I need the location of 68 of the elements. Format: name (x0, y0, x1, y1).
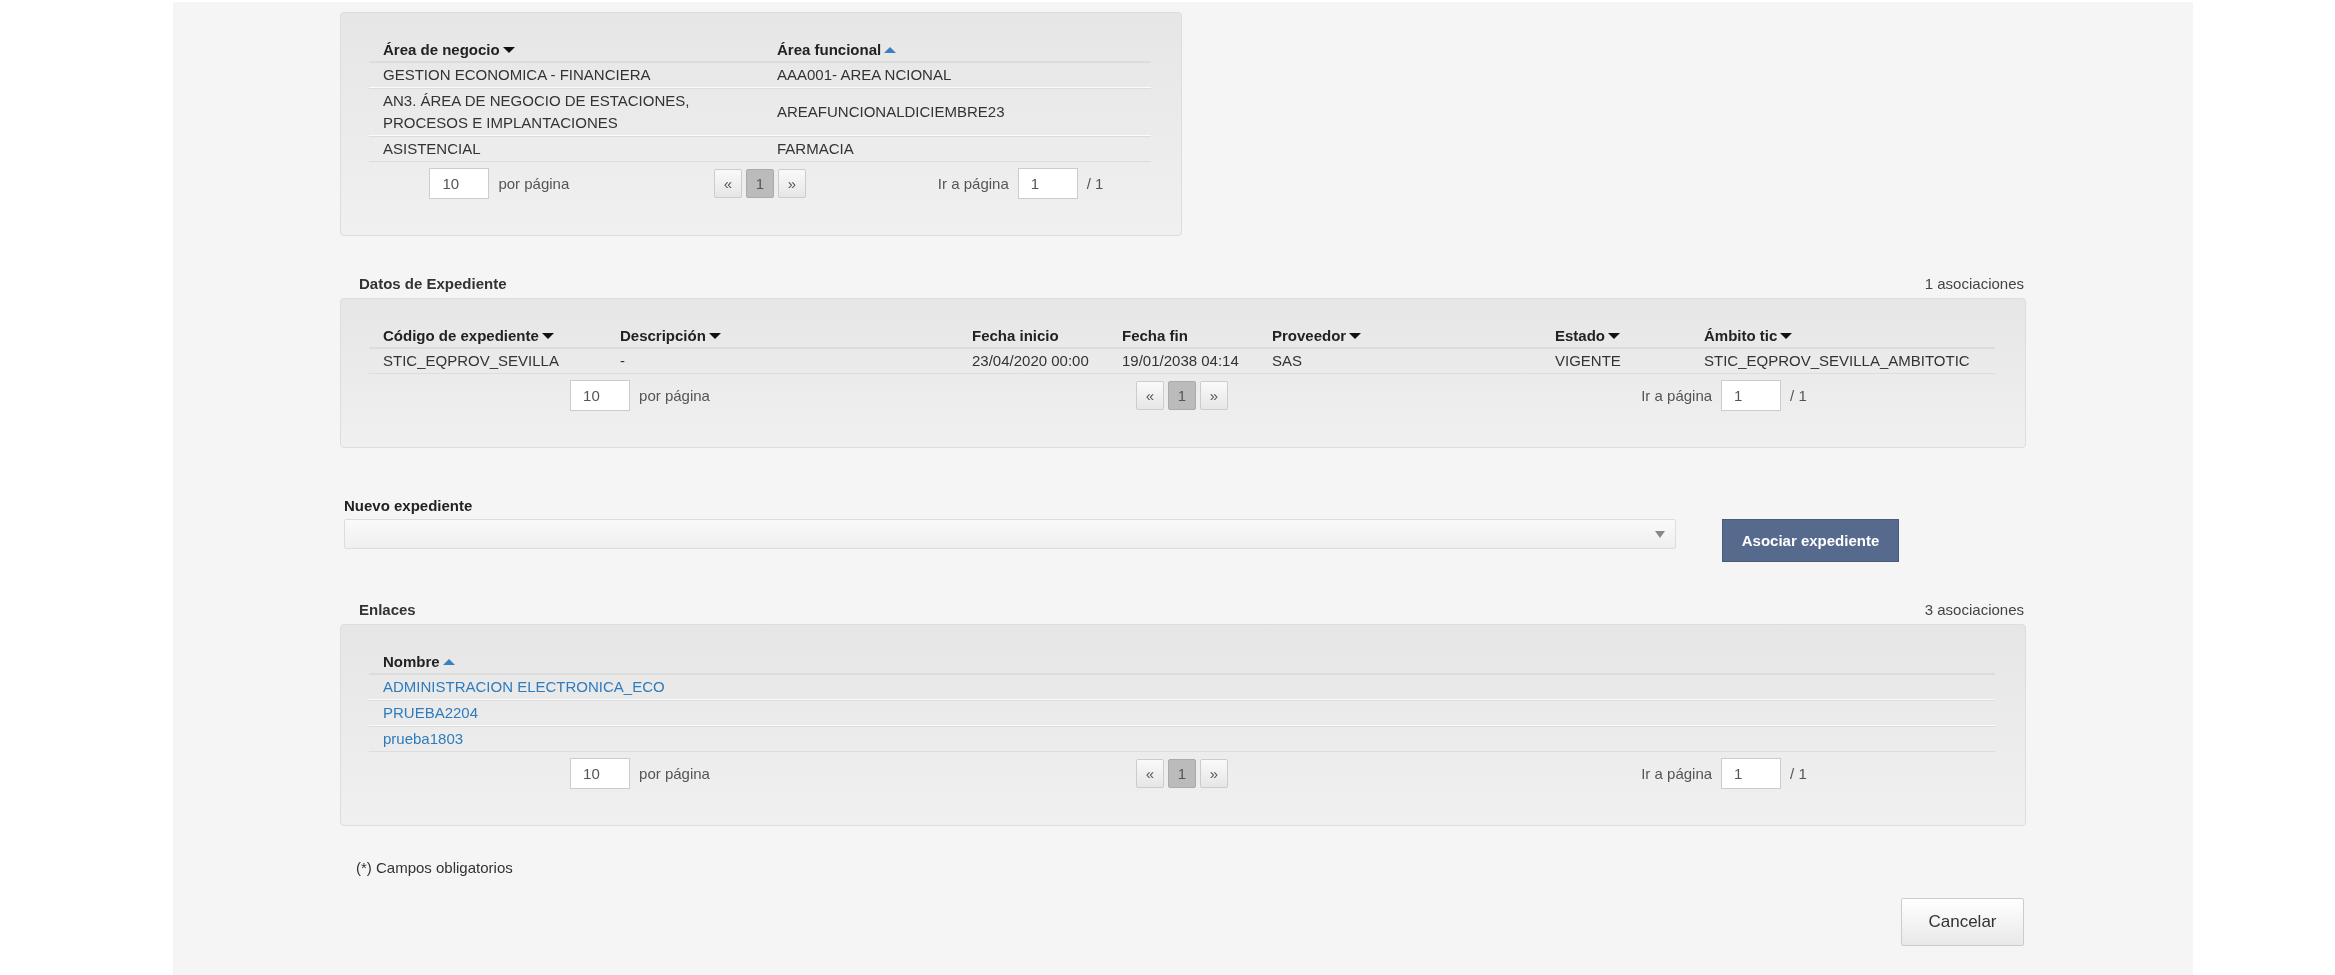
association-count: 1 asociaciones (1924, 275, 2024, 292)
sort-descending-icon[interactable] (502, 47, 515, 53)
go-to-page-label: Ir a página (937, 175, 1009, 192)
table-cell-text: AREAFUNCIONALDICIEMBRE23 (777, 102, 1006, 122)
total-pages-label: / 1 (1790, 765, 1807, 782)
column-header[interactable]: Estado (1555, 325, 1605, 347)
required-fields-note: (*) Campos obligatorios (355, 859, 514, 877)
cancel-button[interactable]: Cancelar (1901, 898, 2024, 946)
page-button[interactable]: 1 (746, 169, 774, 198)
column-header[interactable]: Área de negocio (383, 39, 500, 61)
table-cell-text: STIC_EQPROV_SEVILLA (383, 351, 560, 371)
page-button[interactable]: 1 (1168, 381, 1196, 410)
table-cell-text: 19/01/2038 04:14 (1122, 351, 1240, 371)
field-label: Nuevo expediente (344, 497, 474, 515)
next-page-button[interactable]: » (778, 169, 806, 198)
link[interactable]: prueba1803 (383, 730, 464, 747)
column-header[interactable]: Ámbito tic (1704, 325, 1778, 347)
table-cell-text: AAA001- AREA NCIONAL (777, 65, 953, 85)
column-header[interactable]: Área funcional (777, 39, 882, 61)
table-cell-text: FARMACIA (777, 139, 855, 159)
table-cell-text: - (620, 351, 626, 371)
page-number-input[interactable]: 1 (1721, 380, 1782, 411)
sort-ascending-icon[interactable] (884, 47, 897, 53)
table-cell-text: ASISTENCIAL (383, 139, 482, 159)
sort-ascending-icon[interactable] (442, 659, 455, 665)
sort-descending-icon[interactable] (1608, 333, 1620, 339)
total-pages-label: / 1 (1790, 387, 1807, 404)
column-header[interactable]: Fecha fin (1122, 325, 1188, 347)
column-header[interactable]: Nombre (383, 651, 440, 673)
per-page-input[interactable]: 10 (429, 168, 490, 199)
next-page-button[interactable]: » (1200, 759, 1228, 788)
go-to-page-label: Ir a página (1641, 765, 1713, 782)
column-header[interactable]: Fecha inicio (972, 325, 1059, 347)
table-cell-text: 23/04/2020 00:00 (972, 351, 1090, 371)
associate-button[interactable]: Asociar expediente (1722, 519, 1899, 562)
column-header[interactable]: Proveedor (1272, 325, 1347, 347)
link[interactable]: PRUEBA2204 (383, 704, 479, 721)
sort-descending-icon[interactable] (708, 333, 721, 339)
table-cell-text: SAS (1272, 351, 1303, 371)
page-button[interactable]: 1 (1168, 759, 1196, 788)
previous-page-button[interactable]: « (1136, 381, 1164, 410)
go-to-page-label: Ir a página (1641, 387, 1713, 404)
per-page-input[interactable]: 10 (570, 758, 631, 789)
caret-icon (1655, 530, 1665, 538)
page-number-input[interactable]: 1 (1721, 758, 1782, 789)
per-page-label: por página (639, 387, 710, 404)
per-page-input[interactable]: 10 (570, 380, 631, 411)
column-header[interactable]: Descripción (620, 325, 706, 347)
link[interactable]: ADMINISTRACION ELECTRONICA_ECO (383, 678, 665, 695)
next-page-button[interactable]: » (1200, 381, 1228, 410)
total-pages-label: / 1 (1086, 175, 1104, 192)
table-cell-text: VIGENTE (1555, 351, 1622, 371)
sort-descending-icon[interactable] (1349, 333, 1362, 339)
table-cell-text: AN3. ÁREA DE NEGOCIO DE ESTACIONES, PROCESOS E IMPLANTACIONES (383, 91, 691, 133)
per-page-label: por página (498, 175, 570, 192)
association-count: 3 asociaciones (1924, 601, 2024, 618)
table-cell-text: STIC_EQPROV_SEVILLA_AMBITOTIC (1704, 351, 1971, 371)
previous-page-button[interactable]: « (714, 169, 742, 198)
previous-page-button[interactable]: « (1136, 759, 1164, 788)
column-header[interactable]: Código de expediente (383, 325, 539, 347)
sort-descending-icon[interactable] (541, 333, 554, 339)
dropdown-field[interactable] (344, 519, 1676, 549)
section-title: Enlaces (359, 601, 416, 618)
sort-descending-icon[interactable] (1780, 333, 1793, 339)
section-title: Datos de Expediente (359, 275, 507, 292)
per-page-label: por página (639, 765, 710, 782)
table-cell-text: GESTION ECONOMICA - FINANCIERA (383, 65, 652, 85)
page-number-input[interactable]: 1 (1017, 168, 1078, 199)
